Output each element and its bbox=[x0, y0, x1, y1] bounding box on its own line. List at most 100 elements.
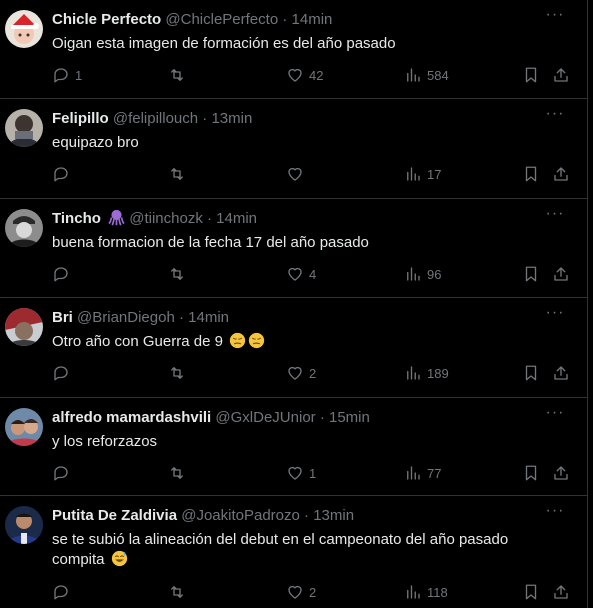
separator: · bbox=[282, 11, 288, 28]
avatar[interactable] bbox=[5, 109, 43, 147]
bookmark-icon bbox=[525, 584, 537, 600]
views-button[interactable]: 77 bbox=[404, 463, 441, 483]
reply-button[interactable] bbox=[52, 463, 75, 483]
bookmark-icon bbox=[525, 67, 537, 83]
reply-button[interactable] bbox=[52, 363, 75, 383]
retweet-icon bbox=[171, 467, 183, 479]
retweet-button[interactable] bbox=[168, 164, 186, 184]
share-button[interactable] bbox=[552, 582, 570, 602]
display-name[interactable]: Felipillo bbox=[52, 110, 109, 127]
display-name[interactable]: alfredo mamardashvili bbox=[52, 409, 211, 426]
timestamp[interactable]: 13min bbox=[211, 110, 252, 127]
avatar[interactable] bbox=[5, 10, 43, 48]
like-button[interactable]: 2 bbox=[286, 363, 316, 383]
share-button[interactable] bbox=[552, 363, 570, 383]
retweet-button[interactable] bbox=[168, 264, 186, 284]
disappointed-face-emoji-icon bbox=[229, 332, 246, 349]
like-button[interactable]: 1 bbox=[286, 463, 316, 483]
like-button[interactable] bbox=[286, 164, 309, 184]
views-icon bbox=[407, 466, 420, 480]
display-name[interactable]: Putita De Zaldivia bbox=[52, 507, 177, 524]
bookmark-button[interactable] bbox=[522, 463, 540, 483]
share-icon bbox=[554, 68, 568, 82]
reply-button[interactable] bbox=[52, 164, 75, 184]
display-name[interactable]: Tincho bbox=[52, 210, 101, 227]
views-button[interactable]: 584 bbox=[404, 65, 449, 85]
share-button[interactable] bbox=[552, 463, 570, 483]
user-handle[interactable]: @tiinchozk bbox=[129, 210, 203, 227]
more-icon[interactable]: ··· bbox=[545, 405, 565, 426]
timestamp[interactable]: 15min bbox=[329, 409, 370, 426]
bookmark-button[interactable] bbox=[522, 65, 540, 85]
retweet-button[interactable] bbox=[168, 65, 186, 85]
share-button[interactable] bbox=[552, 164, 570, 184]
display-name[interactable]: Bri bbox=[52, 309, 73, 326]
views-button[interactable]: 17 bbox=[404, 164, 441, 184]
like-count: 1 bbox=[309, 465, 317, 481]
like-button[interactable]: 4 bbox=[286, 264, 316, 284]
avatar[interactable] bbox=[5, 506, 43, 544]
like-button[interactable]: 2 bbox=[286, 582, 316, 602]
more-icon[interactable]: ··· bbox=[545, 106, 565, 127]
views-button[interactable]: 189 bbox=[404, 363, 449, 383]
tweet[interactable]: Chicle Perfecto @ChiclePerfecto · 14min … bbox=[0, 0, 587, 99]
tweet-text-line: compita bbox=[52, 550, 587, 570]
bookmark-button[interactable] bbox=[522, 264, 540, 284]
share-button[interactable] bbox=[552, 264, 570, 284]
timestamp[interactable]: 13min bbox=[313, 507, 354, 524]
tweet-text: buena formacion de la fecha 17 del año p… bbox=[52, 234, 369, 251]
timestamp[interactable]: 14min bbox=[216, 210, 257, 227]
separator: · bbox=[202, 110, 208, 127]
views-button[interactable]: 96 bbox=[404, 264, 441, 284]
views-icon bbox=[407, 267, 420, 281]
avatar[interactable] bbox=[5, 408, 43, 446]
more-icon[interactable]: ··· bbox=[545, 206, 565, 227]
bookmark-button[interactable] bbox=[522, 582, 540, 602]
bookmark-button[interactable] bbox=[522, 363, 540, 383]
user-handle[interactable]: @ChiclePerfecto bbox=[165, 11, 278, 28]
user-handle[interactable]: @BrianDiegoh bbox=[77, 309, 175, 326]
views-count: 96 bbox=[427, 266, 442, 282]
tweet[interactable]: Felipillo @felipillouch · 13min equipazo… bbox=[0, 99, 587, 199]
reply-button[interactable] bbox=[52, 264, 75, 284]
more-icon[interactable]: ··· bbox=[545, 305, 565, 326]
tweet[interactable]: alfredo mamardashvili @GxlDeJUnior · 15m… bbox=[0, 398, 587, 496]
retweet-icon bbox=[171, 69, 183, 81]
retweet-button[interactable] bbox=[168, 463, 186, 483]
display-name[interactable]: Chicle Perfecto bbox=[52, 11, 161, 28]
reply-feed: Chicle Perfecto @ChiclePerfecto · 14min … bbox=[0, 0, 588, 608]
user-handle[interactable]: @felipillouch bbox=[113, 110, 198, 127]
retweet-button[interactable] bbox=[168, 363, 186, 383]
like-icon bbox=[288, 366, 302, 380]
user-handle[interactable]: @GxlDeJUnior bbox=[215, 409, 315, 426]
bookmark-button[interactable] bbox=[522, 164, 540, 184]
timestamp[interactable]: 14min bbox=[188, 309, 229, 326]
views-button[interactable]: 118 bbox=[404, 582, 448, 602]
tweet[interactable]: Putita De Zaldivia @JoakitoPadrozo · 13m… bbox=[0, 496, 587, 608]
reply-button[interactable] bbox=[52, 582, 75, 602]
user-handle[interactable]: @JoakitoPadrozo bbox=[181, 507, 300, 524]
like-icon bbox=[288, 267, 302, 281]
tweet-text: equipazo bro bbox=[52, 134, 139, 151]
avatar[interactable] bbox=[5, 209, 43, 247]
timestamp[interactable]: 14min bbox=[292, 11, 333, 28]
more-icon[interactable]: ··· bbox=[545, 503, 565, 524]
separator: · bbox=[319, 409, 325, 426]
more-icon[interactable]: ··· bbox=[545, 7, 565, 28]
retweet-button[interactable] bbox=[168, 582, 186, 602]
views-icon bbox=[407, 68, 420, 82]
like-button[interactable]: 42 bbox=[286, 65, 323, 85]
octopus-emoji-icon bbox=[108, 209, 125, 232]
bookmark-icon bbox=[525, 365, 537, 381]
avatar[interactable] bbox=[5, 308, 43, 346]
separator: · bbox=[207, 210, 212, 227]
reply-icon bbox=[54, 366, 68, 381]
views-count: 17 bbox=[427, 166, 442, 182]
retweet-icon bbox=[171, 168, 183, 180]
share-button[interactable] bbox=[552, 65, 570, 85]
reply-icon bbox=[54, 68, 68, 83]
bookmark-icon bbox=[525, 465, 537, 481]
tweet[interactable]: Tincho @tiinchozk · 14min buena formacio… bbox=[0, 199, 587, 298]
reply-button[interactable]: 1 bbox=[52, 65, 82, 85]
tweet[interactable]: Bri @BrianDiegoh · 14min Otro año con Gu… bbox=[0, 298, 587, 398]
